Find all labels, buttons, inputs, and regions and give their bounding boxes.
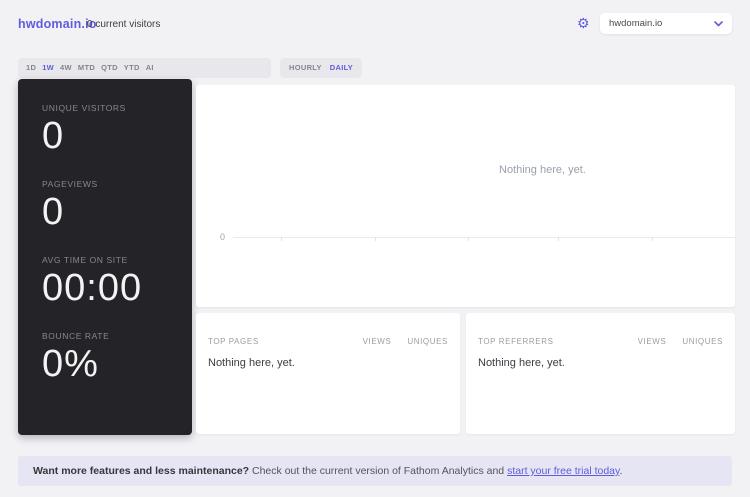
period-qtd[interactable]: QTD [101,58,118,78]
column-header-uniques: UNIQUES [682,337,723,346]
x-axis-tick [468,237,469,241]
y-axis-tick-label: 0 [220,232,226,242]
summary-stats-panel: UNIQUE VISITORS 0 PAGEVIEWS 0 AVG TIME O… [18,79,192,435]
banner-bold-text: Want more features and less maintenance? [33,465,250,477]
visitors-chart-panel: Nothing here, yet. 0 [196,85,735,307]
period-mtd[interactable]: MTD [78,58,95,78]
top-pages-header: TOP PAGES VIEWS UNIQUES [208,337,448,346]
gear-icon[interactable]: ⚙ [577,13,590,33]
top-referrers-panel: TOP REFERRERS VIEWS UNIQUES Nothing here… [466,313,735,434]
stat-label: PAGEVIEWS [42,179,98,189]
stat-label: UNIQUE VISITORS [42,103,126,113]
stat-unique-visitors: UNIQUE VISITORS 0 [42,103,192,157]
x-axis-tick [652,237,653,241]
x-axis-tick [558,237,559,241]
top-pages-empty-state-text: Nothing here, yet. [208,357,295,369]
period-ytd[interactable]: YTD [124,58,140,78]
x-axis-tick [375,237,376,241]
top-referrers-empty-state-text: Nothing here, yet. [478,357,565,369]
top-pages-panel: TOP PAGES VIEWS UNIQUES Nothing here, ye… [196,313,460,434]
x-axis-tick [281,237,282,241]
chart-empty-state-text: Nothing here, yet. [499,164,586,176]
granularity-filter-group: HOURLY DAILY [280,58,363,78]
granularity-hourly[interactable]: HOURLY [289,58,322,78]
granularity-daily[interactable]: DAILY [330,58,353,78]
stat-bounce-rate: BOUNCE RATE 0% [42,331,192,385]
stat-value: 00:00 [42,267,143,309]
date-range-input[interactable] [153,58,271,78]
chevron-down-icon [714,20,723,27]
stat-label: BOUNCE RATE [42,331,110,341]
period-filter-group: 1D 1W 4W MTD QTD YTD ALL [18,58,170,78]
column-header-uniques: UNIQUES [407,337,448,346]
period-1d[interactable]: 1D [26,58,36,78]
site-selector-value: hwdomain.io [609,18,663,29]
stat-label: AVG TIME ON SITE [42,255,128,265]
top-pages-title: TOP PAGES [208,337,259,346]
stat-value: 0 [42,191,65,233]
period-1w[interactable]: 1W [42,58,54,78]
free-trial-link[interactable]: start your free trial today [507,465,619,477]
stat-avg-time-on-site: AVG TIME ON SITE 00:00 [42,255,192,309]
brand-site-name[interactable]: hwdomain.io [18,17,97,31]
stat-pageviews: PAGEVIEWS 0 [42,179,192,233]
upgrade-banner: Want more features and less maintenance?… [18,456,732,486]
banner-suffix: . [619,465,623,477]
header: hwdomain.io 0 current visitors ⚙ hwdomai… [0,0,750,48]
top-referrers-header: TOP REFERRERS VIEWS UNIQUES [478,337,723,346]
banner-text: Check out the current version of Fathom … [249,465,508,477]
stat-value: 0 [42,115,65,157]
site-selector-dropdown[interactable]: hwdomain.io [600,13,732,34]
period-4w[interactable]: 4W [60,58,72,78]
column-header-views: VIEWS [637,337,667,346]
stat-value: 0% [42,343,99,385]
top-referrers-title: TOP REFERRERS [478,337,554,346]
current-visitors-count: 0 current visitors [87,19,161,30]
column-header-views: VIEWS [362,337,392,346]
x-axis-line [233,237,735,238]
